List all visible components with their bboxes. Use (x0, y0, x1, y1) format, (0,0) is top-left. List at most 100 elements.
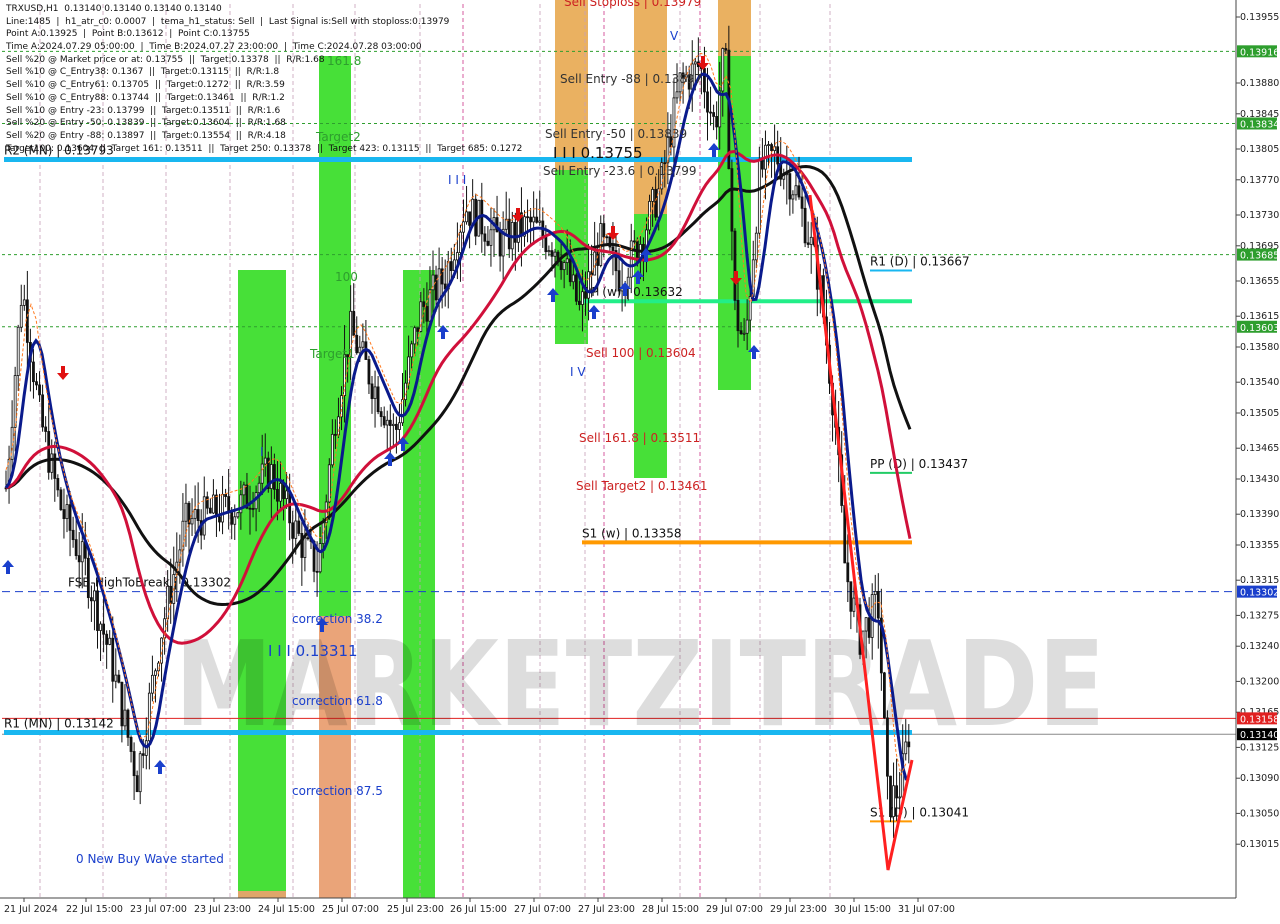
candle-body (721, 48, 725, 92)
candle-body (388, 419, 392, 426)
candle-body (77, 555, 81, 563)
pivot-label: R1 (D) | 0.13667 (870, 254, 970, 268)
candle-body (675, 91, 679, 99)
candle-body (218, 516, 221, 523)
candle-body (565, 258, 569, 263)
candle-body (68, 504, 72, 531)
time-tick-label: 31 Jul 07:00 (898, 904, 955, 915)
pivot-label: PP (D) | 0.13437 (870, 457, 968, 471)
candle-body (138, 753, 142, 793)
price-tick-label: 0.13240 (1240, 641, 1279, 652)
candle-body (25, 299, 29, 343)
candle-body (38, 384, 41, 396)
time-tick-label: 29 Jul 07:00 (706, 904, 763, 915)
candle-body (248, 507, 252, 510)
candle-body (269, 464, 273, 489)
candle-body (370, 383, 374, 399)
candle-body (529, 216, 532, 223)
candle-body (797, 185, 801, 198)
candle-body (404, 382, 407, 401)
candle-body (706, 91, 709, 113)
candle-body (416, 327, 420, 332)
chart-annotation: 0 New Buy Wave started (76, 852, 224, 866)
candle-body (852, 597, 856, 612)
price-tick-label: 0.13505 (1240, 408, 1279, 419)
candle-body (221, 493, 224, 523)
candle-body (361, 341, 365, 348)
chart-annotation: Sell Entry -23.6 | 0.13799 (543, 164, 697, 178)
price-tick-label: 0.13050 (1240, 808, 1279, 819)
time-tick-label: 21 Jul 2024 (4, 904, 58, 915)
candle-body (651, 189, 654, 202)
time-tick-label: 23 Jul 07:00 (130, 904, 187, 915)
chart-annotation: Target2 (315, 130, 361, 144)
candle-body (90, 597, 93, 602)
price-badge: 0.13834 (1237, 117, 1279, 130)
candle-body (413, 327, 417, 345)
candle-body (425, 306, 429, 322)
candle-body (864, 617, 868, 632)
candle-body (385, 419, 389, 426)
time-tick-label: 29 Jul 23:00 (770, 904, 827, 915)
price-chart[interactable]: MARKETZITRADE R2 (MN) | 0.13793R1 (MN) |… (0, 0, 1280, 920)
candle-body (205, 496, 209, 509)
signal-zone (238, 270, 286, 898)
candle-body (526, 216, 529, 219)
candle-body (398, 422, 401, 430)
candle-body (459, 231, 462, 254)
time-tick-label: 30 Jul 15:00 (834, 904, 891, 915)
candle-body (422, 301, 426, 307)
candle-body (379, 411, 383, 418)
candle-body (410, 343, 414, 358)
candle-body (56, 478, 60, 491)
candle-body (355, 334, 359, 354)
candle-body (886, 717, 889, 777)
time-tick-label: 26 Jul 15:00 (450, 904, 507, 915)
time-tick-label: 22 Jul 15:00 (66, 904, 123, 915)
candle-body (16, 326, 20, 376)
candle-body (571, 274, 575, 283)
price-tick-label: 0.13200 (1240, 676, 1279, 687)
candle-body (904, 741, 908, 755)
candle-body (169, 585, 173, 604)
candle-body (62, 509, 66, 520)
candle (889, 775, 892, 822)
candle (599, 215, 603, 268)
candle-body (657, 188, 661, 218)
candle-body (703, 68, 706, 93)
candle-body (602, 223, 606, 238)
chart-annotation: Sell 100 | 0.13604 (586, 346, 696, 360)
candle-body (574, 274, 578, 302)
candle-body (550, 250, 554, 257)
candle-body (99, 623, 102, 631)
candle-body (736, 299, 740, 332)
candle-body (568, 258, 572, 283)
candle-body (297, 520, 301, 534)
price-tick-label: 0.13125 (1240, 742, 1279, 753)
chart-annotation: I I I 0.13755 (553, 144, 643, 162)
candle-body (800, 196, 804, 209)
candle-body (227, 496, 231, 513)
candle-body (803, 207, 807, 244)
candle-body (193, 509, 197, 519)
candle-body (327, 464, 331, 503)
chart-area[interactable]: MARKETZITRADE R2 (MN) | 0.13793 R1 (MN) |… (0, 0, 1280, 920)
candle-body (382, 416, 386, 426)
candle-body (129, 736, 133, 752)
candle-body (553, 251, 557, 257)
candle-body (224, 493, 228, 497)
chart-annotation: correction 87.5 (292, 784, 383, 798)
candle-body (108, 637, 112, 645)
candle-body (757, 159, 761, 234)
candle-body (47, 431, 51, 473)
candle-body (291, 522, 295, 539)
candle-body (123, 709, 127, 727)
candle (574, 272, 578, 306)
price-tick-label: 0.13955 (1240, 12, 1279, 23)
candle-body (709, 111, 712, 114)
candle-body (147, 692, 151, 742)
candle-body (892, 785, 895, 817)
candle-body (873, 591, 877, 595)
candle-body (32, 361, 35, 383)
candle-body (504, 218, 508, 230)
